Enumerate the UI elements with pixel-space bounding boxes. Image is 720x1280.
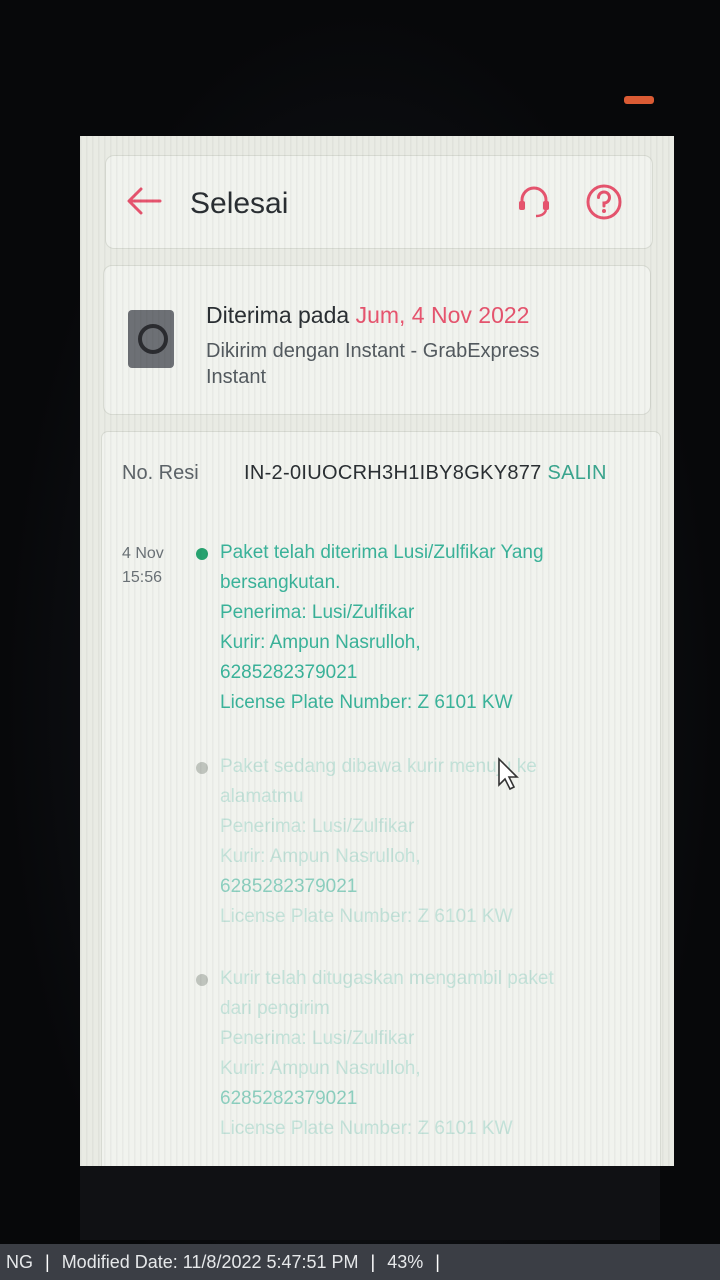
event-line: Paket sedang dibawa kurir menuju ke [220, 756, 537, 777]
package-icon [128, 310, 174, 368]
event-details: Paket telah diterima Lusi/Zulfikar Yang … [220, 538, 640, 718]
viewer-statusbar: NG | Modified Date: 11/8/2022 5:47:51 PM | 4… [0, 1244, 720, 1280]
app-header: Selesai [106, 156, 652, 248]
received-line: Diterima pada Jum, 4 Nov 2022 [206, 302, 529, 329]
event-line: Penerima: Lusi/Zulfikar [220, 602, 415, 623]
event-day: 4 Nov [122, 545, 164, 562]
event-line: License Plate Number: Z 6101 KW [220, 1118, 513, 1139]
customer-service-icon[interactable] [516, 184, 552, 220]
event-phone[interactable]: 6285282379021 [220, 872, 640, 902]
status-filename-fragment: NG [6, 1252, 33, 1272]
help-icon[interactable] [584, 182, 624, 222]
event-line: Penerima: Lusi/Zulfikar [220, 1028, 415, 1049]
event-phone[interactable]: 6285282379021 [220, 1084, 640, 1114]
event-line: Kurir: Ampun Nasrulloh, [220, 632, 421, 653]
received-date: Jum, 4 Nov 2022 [355, 302, 530, 328]
shipping-method: Dikirim dengan Instant - GrabExpress Ins… [206, 338, 626, 390]
event-line: Kurir telah ditugaskan mengambil paket [220, 968, 554, 989]
event-line: License Plate Number: Z 6101 KW [220, 906, 513, 927]
event-line: Kurir: Ampun Nasrulloh, [220, 1058, 421, 1079]
copy-resi-button[interactable]: SALIN [547, 462, 606, 484]
timeline-dot [196, 762, 208, 774]
page-title: Selesai [190, 187, 289, 220]
resi-row: IN-2-0IUOCRH3H1IBY8GKY877 SALIN [244, 462, 607, 485]
timeline-dot [196, 974, 208, 986]
power-led [624, 96, 654, 104]
resi-number[interactable]: IN-2-0IUOCRH3H1IBY8GKY877 [244, 462, 542, 484]
received-label: Diterima pada [206, 302, 350, 328]
status-modified-date: Modified Date: 11/8/2022 5:47:51 PM [61, 1252, 359, 1272]
event-details: Paket sedang dibawa kurir menuju ke alam… [220, 752, 640, 932]
event-details: Kurir telah ditugaskan mengambil paket d… [220, 964, 640, 1144]
shipping-line-1: Dikirim dengan Instant - GrabExpress [206, 340, 540, 362]
phone-screen: Selesai Diterima pada Jum, 4 Nov 2022 Di… [80, 136, 674, 1166]
screen-bezel [80, 1166, 660, 1240]
event-line: License Plate Number: Z 6101 KW [220, 692, 513, 713]
event-date: 4 Nov 15:56 [122, 542, 192, 590]
delivery-info-card: Diterima pada Jum, 4 Nov 2022 Dikirim de… [104, 266, 650, 414]
back-arrow-icon[interactable] [124, 184, 164, 218]
event-time: 15:56 [122, 569, 163, 586]
event-line: Paket telah diterima Lusi/Zulfikar Yang [220, 542, 544, 563]
resi-label: No. Resi [122, 462, 199, 484]
status-zoom[interactable]: 43% [381, 1252, 429, 1272]
timeline-dot [196, 548, 208, 560]
mouse-cursor-icon [498, 757, 519, 791]
tracking-card: No. Resi IN-2-0IUOCRH3H1IBY8GKY877 SALIN… [102, 432, 660, 1166]
event-line: alamatmu [220, 786, 304, 807]
event-line: dari pengirim [220, 998, 330, 1019]
shipping-line-2: Instant [206, 366, 267, 388]
event-line: Kurir: Ampun Nasrulloh, [220, 846, 421, 867]
event-phone[interactable]: 6285282379021 [220, 658, 640, 688]
event-line: Penerima: Lusi/Zulfikar [220, 816, 415, 837]
event-line: bersangkutan. [220, 572, 341, 593]
